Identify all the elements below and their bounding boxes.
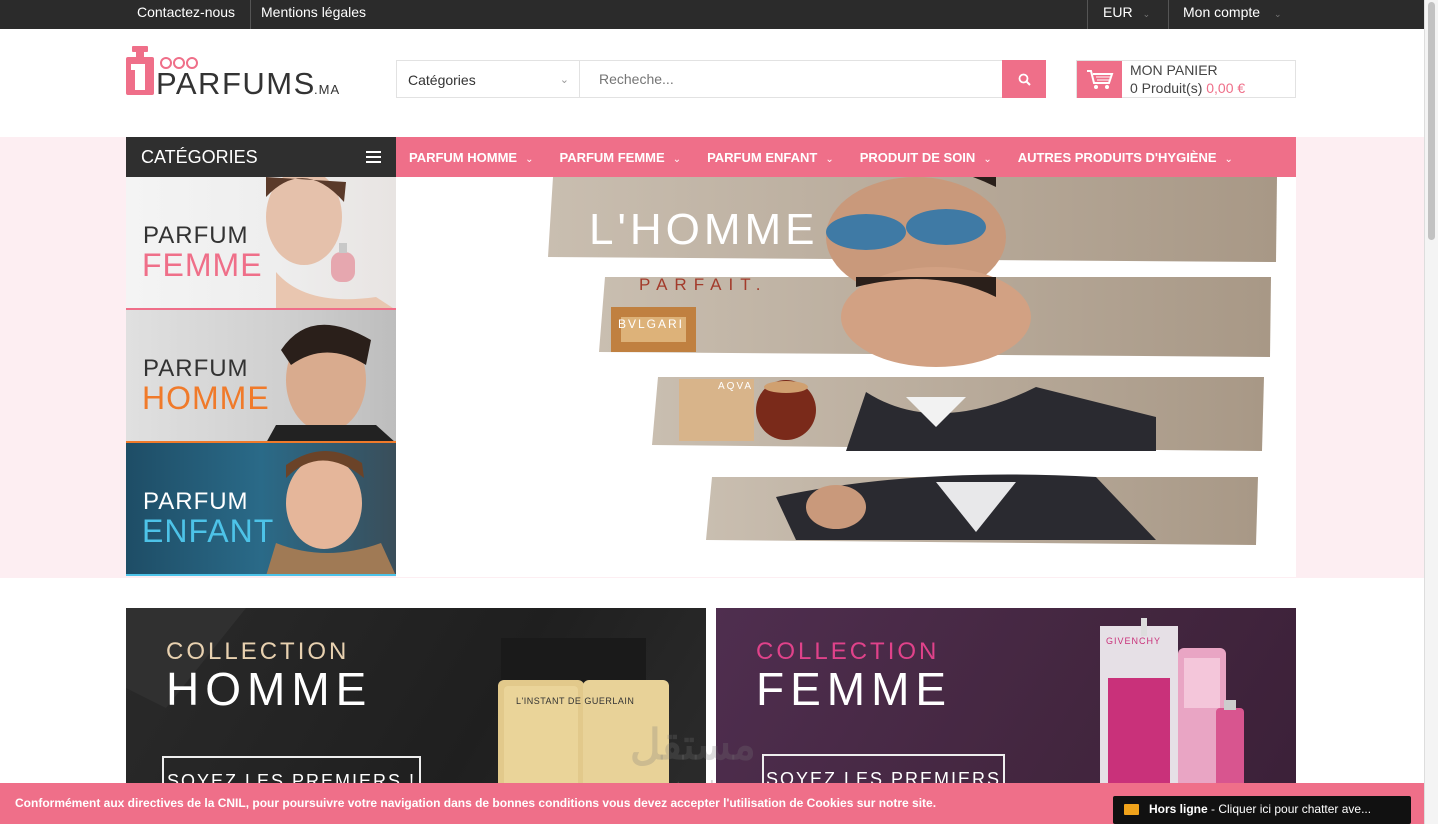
chevron-down-icon: ⌄	[672, 153, 682, 165]
banner-product-label: L'INSTANT DE GUERLAIN	[516, 696, 635, 706]
account-label: Mon compte	[1183, 4, 1261, 20]
banner-line2: FEMME	[756, 663, 953, 715]
banner-product-label: GIVENCHY	[1106, 636, 1162, 646]
chevron-down-icon: ⌄	[525, 153, 534, 165]
cart-icon-box	[1077, 61, 1122, 98]
banner-line2: HOMME	[166, 663, 373, 715]
search-button[interactable]	[1002, 60, 1046, 98]
cart-amount: 0,00 €	[1206, 80, 1246, 96]
slider-brand-aqva: AQVA	[718, 381, 754, 392]
tile-parfum-femme[interactable]: PARFUM FEMME	[126, 177, 396, 310]
chevron-down-icon: ⌄	[559, 74, 569, 86]
chat-text: - Cliquer ici pour chatter ave...	[1207, 802, 1372, 816]
categories-toggle[interactable]: CATÉGORIES	[126, 137, 396, 177]
cookie-text: Conformément aux directives de la CNIL, …	[15, 796, 937, 810]
hero-slider[interactable]: L'HOMME PARFAIT. BVLGARI AQVA	[396, 177, 1296, 577]
contact-link[interactable]: Contactez-nous	[137, 0, 235, 29]
tile-line2: ENFANT	[142, 513, 275, 549]
nav-item-produit-de-soin[interactable]: PRODUIT DE SOIN ⌄	[860, 150, 992, 165]
currency-label: EUR	[1103, 4, 1133, 20]
categories-title: CATÉGORIES	[141, 147, 258, 167]
hamburger-icon	[366, 151, 381, 163]
top-bar: Contactez-nous Mentions légales EUR ⌄ Mon…	[0, 0, 1424, 29]
chevron-down-icon: ⌄	[825, 153, 834, 165]
scrollbar-thumb[interactable]	[1428, 2, 1435, 240]
envelope-icon	[1124, 804, 1139, 815]
chevron-down-icon: ⌄	[983, 153, 992, 165]
cart-summary: 0 Produit(s) 0,00 €	[1130, 80, 1245, 96]
chat-status: Hors ligne	[1149, 802, 1208, 816]
currency-selector[interactable]: EUR ⌄	[1103, 0, 1150, 29]
nav-label: PRODUIT DE SOIN	[859, 149, 976, 165]
site-logo[interactable]: PARFUMS .MA	[126, 44, 341, 101]
logo-tld: .MA	[314, 82, 341, 97]
cart-count: 0 Produit(s)	[1130, 80, 1203, 96]
divider	[1087, 0, 1088, 29]
nav-label: AUTRES PRODUITS D'HYGIÈNE	[1017, 149, 1217, 165]
nav-item-parfum-homme[interactable]: PARFUM HOMME ⌄	[409, 150, 533, 165]
search-icon	[1018, 73, 1031, 86]
nav-label: PARFUM ENFANT	[707, 149, 818, 165]
chat-widget[interactable]: Hors ligne - Cliquer ici pour chatter av…	[1113, 796, 1411, 824]
tile-line1: PARFUM	[143, 222, 249, 249]
chevron-down-icon: ⌄	[1274, 9, 1282, 19]
slider-subline: PARFAIT.	[639, 275, 768, 294]
shopping-cart-icon	[1086, 69, 1113, 89]
nav-item-autres-produits[interactable]: AUTRES PRODUITS D'HYGIÈNE ⌄	[1018, 150, 1233, 165]
chevron-down-icon: ⌄	[1224, 153, 1233, 165]
cart-title: MON PANIER	[1130, 62, 1218, 78]
slider-image	[548, 177, 1277, 545]
tile-line1: PARFUM	[143, 355, 249, 382]
slider-headline: L'HOMME	[589, 205, 819, 254]
chevron-down-icon: ⌄	[1142, 9, 1151, 19]
nav-item-parfum-femme[interactable]: PARFUM FEMME ⌄	[559, 150, 681, 165]
nav-label: PARFUM FEMME	[559, 149, 665, 165]
nav-item-parfum-enfant[interactable]: PARFUM ENFANT ⌄	[707, 150, 834, 165]
divider	[1168, 0, 1169, 29]
tile-line1: PARFUM	[143, 488, 249, 515]
logo-text: PARFUMS	[156, 66, 316, 101]
slider-brand-bvlgari: BVLGARI	[618, 317, 685, 331]
category-select-label: Catégories	[408, 72, 476, 88]
tile-parfum-homme[interactable]: PARFUM HOMME	[126, 310, 396, 443]
account-menu[interactable]: Mon compte ⌄	[1183, 0, 1282, 29]
category-select[interactable]: Catégories ⌄	[396, 60, 580, 98]
page-scrollbar[interactable]	[1424, 0, 1438, 824]
nav-label: PARFUM HOMME	[409, 149, 518, 165]
tile-parfum-enfant[interactable]: PARFUM ENFANT	[126, 443, 396, 576]
search-input[interactable]	[580, 60, 1003, 98]
main-nav: PARFUM HOMME ⌄ PARFUM FEMME ⌄ PARFUM ENFAN…	[396, 137, 1296, 177]
cart-widget[interactable]: MON PANIER 0 Produit(s) 0,00 €	[1076, 60, 1296, 98]
legal-link[interactable]: Mentions légales	[261, 0, 366, 29]
tile-line2: FEMME	[142, 247, 263, 283]
tile-line2: HOMME	[142, 380, 270, 416]
watermark-arabic: مستقل	[630, 721, 756, 768]
divider	[250, 0, 251, 29]
